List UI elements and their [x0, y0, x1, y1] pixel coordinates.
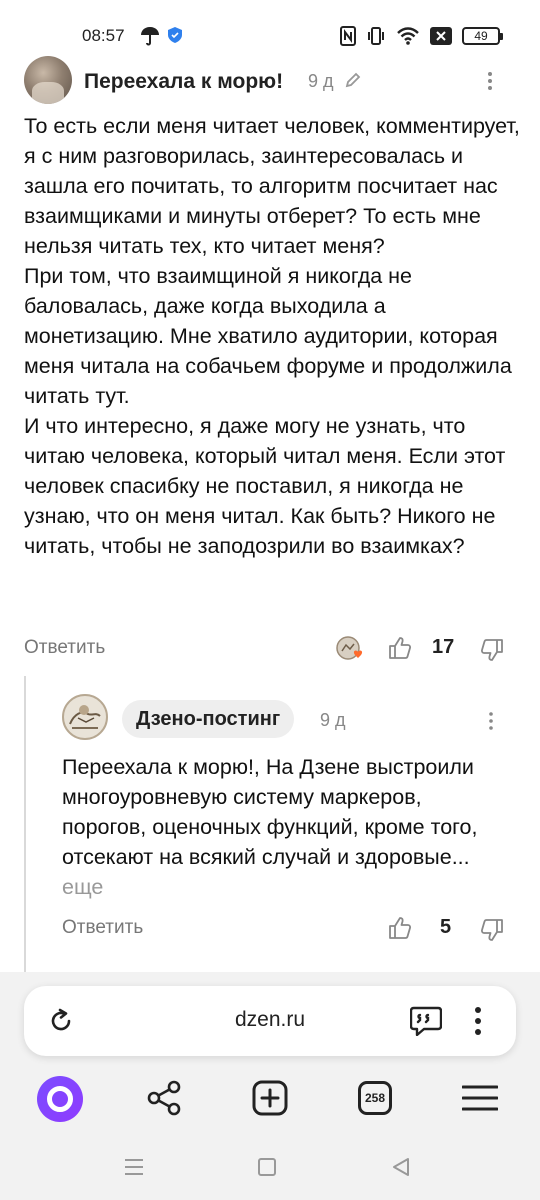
shield-icon [168, 27, 182, 43]
more-options-icon[interactable] [484, 70, 496, 92]
comment-text: То есть если меня читает человек, коммен… [24, 114, 520, 558]
reply-header: Дзено-постинг 9 д [62, 694, 512, 744]
wifi-icon [397, 27, 419, 45]
back-icon[interactable] [392, 1157, 410, 1177]
reply-text: Переехала к морю!, На Дзене выстроили мн… [62, 752, 502, 902]
battery-indicator: 49 [462, 27, 503, 45]
reply-author: Дзено-постинг [136, 707, 281, 730]
avatar[interactable] [24, 56, 72, 104]
comment-header: Переехала к морю! 9 д [24, 56, 524, 106]
address-bar[interactable]: dzen.ru [24, 986, 516, 1056]
share-icon[interactable] [146, 1080, 182, 1116]
comment-author[interactable]: Переехала к морю! [84, 70, 283, 94]
vibrate-icon [368, 27, 384, 45]
alice-icon [47, 1086, 73, 1112]
reply-avatar-drawing-icon [69, 705, 101, 729]
reply-avatar[interactable] [62, 694, 108, 740]
comments-icon[interactable] [410, 1006, 442, 1036]
thumbs-down-icon[interactable] [480, 918, 504, 942]
reply-author-chip[interactable]: Дзено-постинг [122, 700, 295, 738]
thumbs-up-icon[interactable] [388, 636, 412, 660]
like-count: 17 [432, 636, 455, 658]
url-text[interactable]: dzen.ru [24, 1008, 516, 1032]
hamburger-menu-icon[interactable] [462, 1084, 498, 1112]
new-tab-icon[interactable] [252, 1080, 288, 1116]
reply-button[interactable]: Ответить [62, 917, 143, 939]
home-icon[interactable] [258, 1158, 276, 1176]
battery-level: 49 [474, 29, 488, 43]
no-signal-icon [430, 27, 452, 45]
nfc-icon [340, 26, 356, 46]
expand-link[interactable]: еще [62, 875, 103, 899]
reply-actions: Ответить 5 [62, 914, 512, 944]
system-navigation-bar [0, 1140, 540, 1200]
alice-assistant-button[interactable] [37, 1076, 83, 1122]
reply-body: Переехала к морю!, На Дзене выстроили мн… [62, 755, 478, 869]
tabs-counter-button[interactable]: 258 [358, 1081, 392, 1115]
comment-actions: Ответить 17 [24, 634, 520, 664]
more-menu-icon[interactable] [474, 1006, 482, 1036]
comment-time: 9 д [308, 71, 334, 91]
status-icons: 49 [340, 25, 503, 47]
tabs-count: 258 [364, 1091, 386, 1105]
thread-line [24, 676, 26, 976]
thumbs-up-icon[interactable] [388, 916, 412, 940]
browser-toolbar: 258 [0, 1072, 540, 1128]
more-options-icon[interactable] [486, 711, 496, 731]
reactions-avatar-icon[interactable] [336, 636, 364, 662]
umbrella-icon [141, 27, 159, 46]
pencil-icon [345, 72, 361, 88]
thumbs-down-icon[interactable] [480, 638, 504, 662]
recents-icon[interactable] [124, 1158, 144, 1176]
reply-time: 9 д [320, 710, 346, 730]
reply-button[interactable]: Ответить [24, 637, 105, 659]
status-time: 08:57 [82, 26, 125, 45]
like-count: 5 [440, 916, 452, 938]
